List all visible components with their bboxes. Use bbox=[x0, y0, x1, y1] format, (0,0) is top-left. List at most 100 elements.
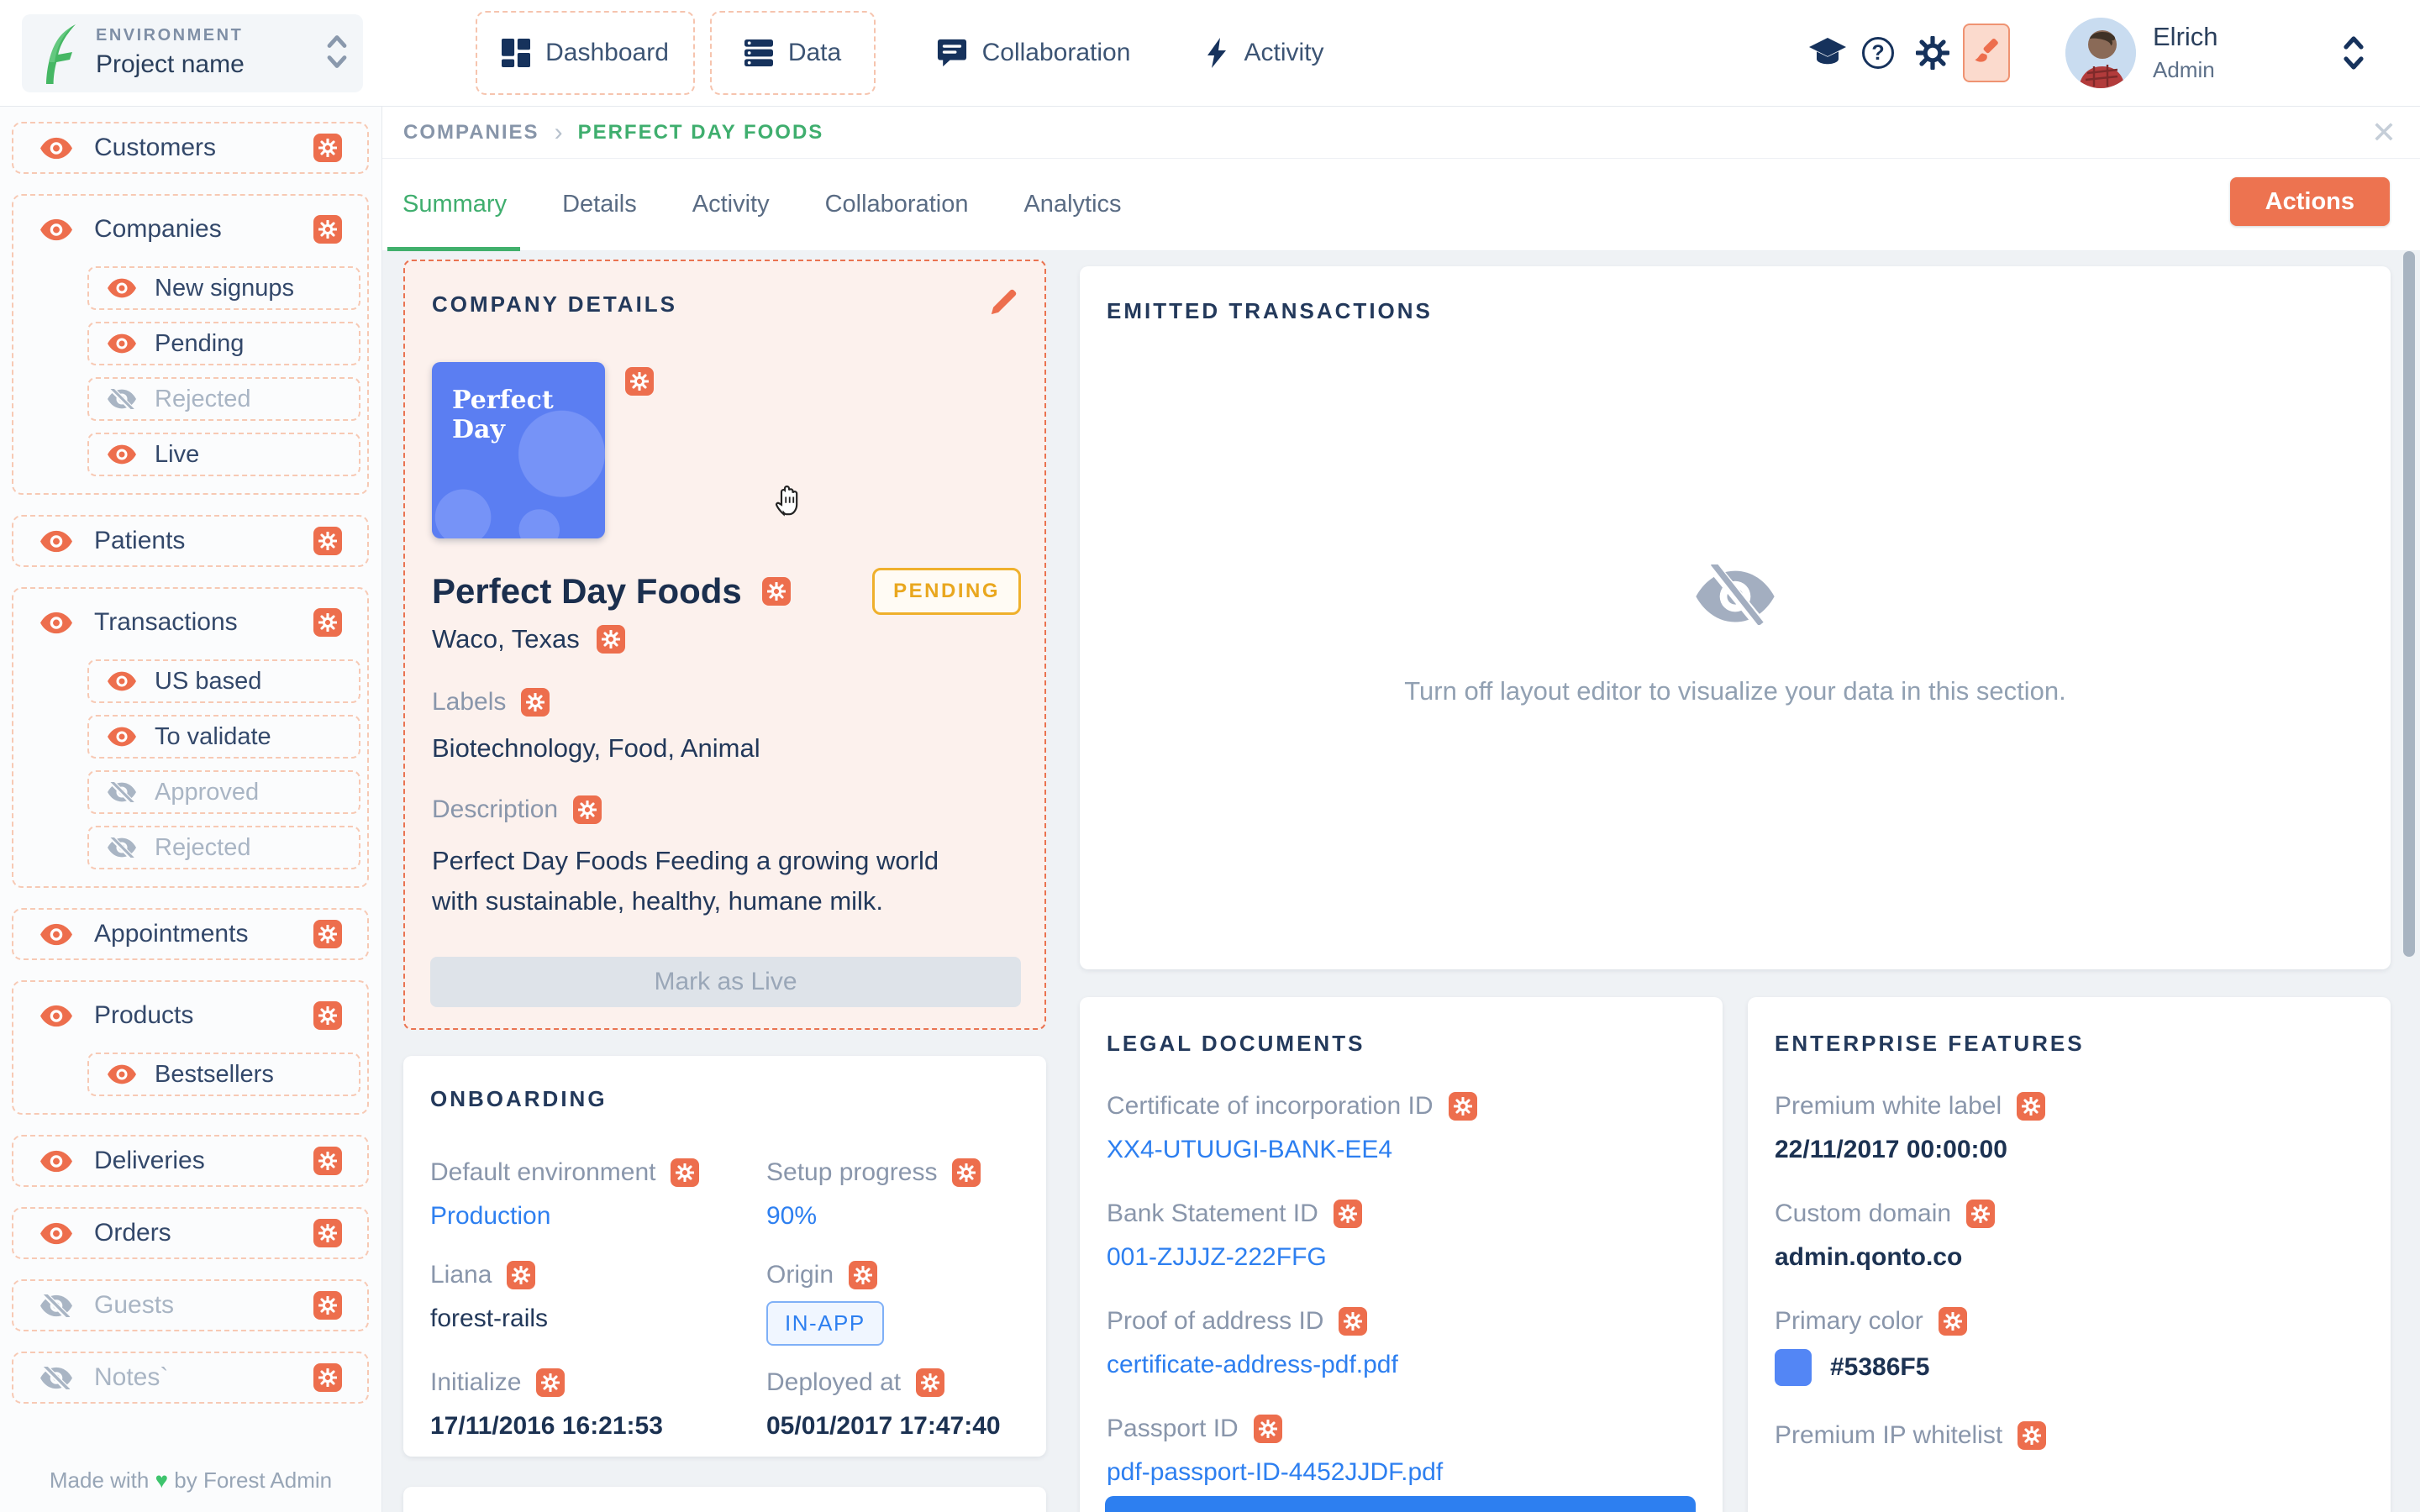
edit-pencil-icon[interactable] bbox=[989, 288, 1018, 321]
eye-visible-icon[interactable] bbox=[108, 671, 136, 691]
collection-settings-gear-icon[interactable] bbox=[313, 1219, 342, 1247]
collection-settings-gear-icon[interactable] bbox=[313, 1291, 342, 1320]
certificate-id-value[interactable]: XX4-UTUUGI-BANK-EE4 bbox=[1107, 1136, 1696, 1164]
user-menu-chevron-icon[interactable] bbox=[2341, 34, 2366, 72]
field-settings-gear-icon[interactable] bbox=[1254, 1415, 1282, 1443]
field-settings-gear-icon[interactable] bbox=[507, 1261, 535, 1289]
collection-settings-gear-icon[interactable] bbox=[313, 1147, 342, 1175]
sidebar-item-orders[interactable]: Orders bbox=[13, 1209, 367, 1257]
tab-summary[interactable]: Summary bbox=[402, 191, 507, 218]
tab-details[interactable]: Details bbox=[562, 191, 637, 218]
passport-id-value[interactable]: pdf-passport-ID-4452JJDF.pdf bbox=[1107, 1458, 1696, 1487]
proof-of-address-value[interactable]: certificate-address-pdf.pdf bbox=[1107, 1351, 1696, 1379]
user-menu[interactable]: Elrich Admin bbox=[2153, 22, 2218, 83]
eye-hidden-icon[interactable] bbox=[40, 1367, 72, 1389]
sidebar-segment-to-validate[interactable]: To validate bbox=[87, 715, 360, 759]
eye-visible-icon[interactable] bbox=[40, 1222, 72, 1245]
sidebar-item-notes[interactable]: Notes` bbox=[13, 1353, 367, 1402]
sidebar-item-companies[interactable]: Companies bbox=[13, 204, 367, 255]
nav-dashboard[interactable]: Dashboard bbox=[476, 11, 695, 95]
tab-collaboration[interactable]: Collaboration bbox=[825, 191, 969, 218]
field-settings-gear-icon[interactable] bbox=[536, 1368, 565, 1397]
sidebar-segment-rejected-transactions[interactable]: Rejected bbox=[87, 826, 360, 869]
sidebar-segment-us-based[interactable]: US based bbox=[87, 659, 360, 703]
sidebar-item-transactions[interactable]: Transactions bbox=[13, 597, 367, 648]
field-settings-gear-icon[interactable] bbox=[1966, 1200, 1995, 1228]
collection-settings-gear-icon[interactable] bbox=[313, 215, 342, 244]
breadcrumb-collection[interactable]: COMPANIES bbox=[403, 121, 539, 144]
mark-as-live-button[interactable]: Mark as Live bbox=[430, 957, 1021, 1007]
actions-button[interactable]: Actions bbox=[2230, 177, 2390, 226]
eye-visible-icon[interactable] bbox=[108, 333, 136, 354]
collection-settings-gear-icon[interactable] bbox=[313, 1363, 342, 1392]
field-settings-gear-icon[interactable] bbox=[2018, 1421, 2046, 1450]
academy-icon[interactable] bbox=[1808, 36, 1847, 70]
eye-visible-icon[interactable] bbox=[108, 727, 136, 747]
field-settings-gear-icon[interactable] bbox=[1939, 1307, 1967, 1336]
eye-visible-icon[interactable] bbox=[40, 1150, 72, 1173]
eye-hidden-icon[interactable] bbox=[40, 1294, 72, 1317]
company-logo-image[interactable]: Perfect Day bbox=[432, 362, 605, 538]
field-settings-gear-icon[interactable] bbox=[671, 1158, 699, 1187]
field-settings-gear-icon[interactable] bbox=[1449, 1092, 1477, 1121]
tab-analytics[interactable]: Analytics bbox=[1023, 191, 1121, 218]
field-settings-gear-icon[interactable] bbox=[762, 577, 791, 606]
eye-visible-icon[interactable] bbox=[40, 612, 72, 634]
eye-visible-icon[interactable] bbox=[108, 1064, 136, 1084]
sidebar-segment-pending[interactable]: Pending bbox=[87, 322, 360, 365]
sidebar-segment-new-signups[interactable]: New signups bbox=[87, 266, 360, 310]
field-settings-gear-icon[interactable] bbox=[625, 367, 654, 396]
eye-visible-icon[interactable] bbox=[40, 530, 72, 553]
nav-data[interactable]: Data bbox=[710, 11, 876, 95]
sidebar-item-appointments[interactable]: Appointments bbox=[13, 910, 367, 958]
sidebar-segment-bestsellers[interactable]: Bestsellers bbox=[87, 1053, 360, 1096]
sidebar-item-customers[interactable]: Customers bbox=[13, 123, 367, 172]
help-icon[interactable]: ? bbox=[1862, 37, 1894, 69]
chevron-up-down-icon[interactable] bbox=[324, 32, 350, 75]
field-settings-gear-icon[interactable] bbox=[573, 795, 602, 824]
eye-hidden-icon[interactable] bbox=[108, 389, 136, 409]
field-settings-gear-icon[interactable] bbox=[916, 1368, 944, 1397]
collection-settings-gear-icon[interactable] bbox=[313, 1001, 342, 1030]
eye-hidden-icon[interactable] bbox=[108, 782, 136, 802]
sidebar-segment-rejected[interactable]: Rejected bbox=[87, 377, 360, 421]
default-environment-value[interactable]: Production bbox=[430, 1202, 724, 1231]
sidebar-item-products[interactable]: Products bbox=[13, 990, 367, 1041]
eye-visible-icon[interactable] bbox=[40, 1005, 72, 1027]
field-settings-gear-icon[interactable] bbox=[952, 1158, 981, 1187]
field-settings-gear-icon[interactable] bbox=[597, 625, 625, 654]
collection-settings-gear-icon[interactable] bbox=[313, 527, 342, 555]
environment-selector[interactable]: ENVIRONMENT Project name bbox=[22, 14, 363, 92]
tab-activity[interactable]: Activity bbox=[692, 191, 770, 218]
primary-color-swatch[interactable] bbox=[1775, 1349, 1812, 1386]
collection-settings-gear-icon[interactable] bbox=[313, 608, 342, 637]
collection-settings-gear-icon[interactable] bbox=[313, 920, 342, 948]
eye-hidden-icon[interactable] bbox=[108, 837, 136, 858]
eye-visible-icon[interactable] bbox=[40, 218, 72, 241]
field-settings-gear-icon[interactable] bbox=[521, 688, 550, 717]
user-avatar[interactable] bbox=[2065, 18, 2136, 88]
sidebar-item-guests[interactable]: Guests bbox=[13, 1281, 367, 1330]
sidebar-item-patients[interactable]: Patients bbox=[13, 517, 367, 565]
sidebar-segment-live[interactable]: Live bbox=[87, 433, 360, 476]
field-settings-gear-icon[interactable] bbox=[1339, 1307, 1367, 1336]
eye-visible-icon[interactable] bbox=[40, 137, 72, 160]
sidebar-segment-approved[interactable]: Approved bbox=[87, 770, 360, 814]
sidebar-item-deliveries[interactable]: Deliveries bbox=[13, 1137, 367, 1185]
close-icon[interactable]: ✕ bbox=[2371, 118, 2396, 148]
settings-gear-icon[interactable] bbox=[1916, 36, 1949, 70]
vertical-scrollbar-thumb[interactable] bbox=[2403, 251, 2415, 957]
eye-visible-icon[interactable] bbox=[40, 923, 72, 946]
field-settings-gear-icon[interactable] bbox=[849, 1261, 877, 1289]
company-details-card[interactable]: COMPANY DETAILS Perfect Day Perfect Day … bbox=[403, 260, 1046, 1030]
bank-statement-id-value[interactable]: 001-ZJJJZ-222FFG bbox=[1107, 1243, 1696, 1272]
field-settings-gear-icon[interactable] bbox=[1334, 1200, 1362, 1228]
nav-collaboration[interactable]: Collaboration bbox=[895, 11, 1172, 95]
field-settings-gear-icon[interactable] bbox=[2017, 1092, 2045, 1121]
eye-visible-icon[interactable] bbox=[108, 278, 136, 298]
collection-settings-gear-icon[interactable] bbox=[313, 134, 342, 162]
legal-documents-action-button[interactable] bbox=[1105, 1496, 1696, 1512]
layout-editor-brush-button[interactable] bbox=[1963, 24, 2010, 82]
nav-activity[interactable]: Activity bbox=[1176, 11, 1353, 95]
eye-visible-icon[interactable] bbox=[108, 444, 136, 465]
